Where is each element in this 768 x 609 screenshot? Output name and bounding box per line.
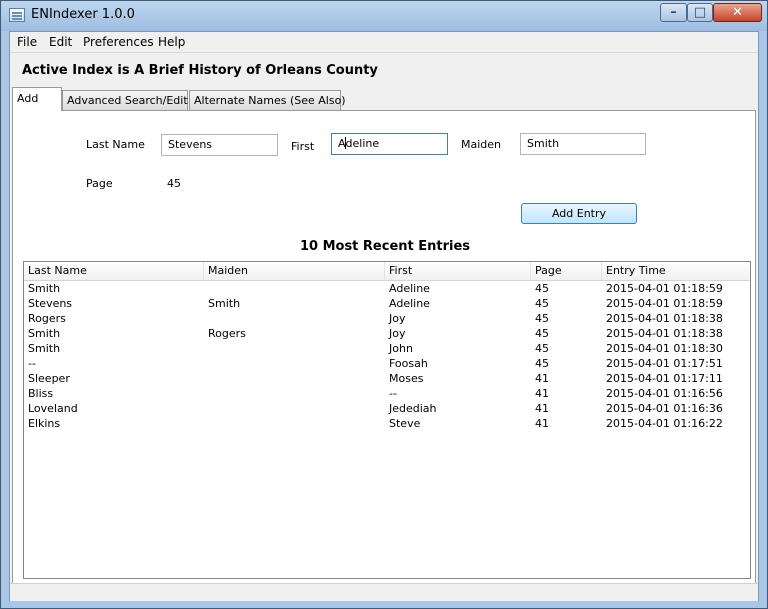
- maiden-input[interactable]: Smith: [520, 133, 646, 155]
- table-cell: 2015-04-01 01:18:59: [606, 297, 723, 310]
- table-cell: 2015-04-01 01:18:30: [606, 342, 723, 355]
- table-cell: --: [389, 387, 397, 400]
- menu-help[interactable]: Help: [158, 35, 185, 49]
- table-row[interactable]: Stevens Smith Adeline 45 2015-04-01 01:18:59: [24, 297, 750, 312]
- table-row[interactable]: Smith Adeline 45 2015-04-01 01:18:59: [24, 282, 750, 297]
- window-title: ENIndexer 1.0.0: [31, 7, 135, 22]
- table-cell: John: [389, 342, 413, 355]
- table-cell: 2015-04-01 01:17:51: [606, 357, 723, 370]
- table-row[interactable]: Elkins Steve 41 2015-04-01 01:16:22: [24, 417, 750, 432]
- table-cell: Steve: [389, 417, 421, 430]
- table-cell: Stevens: [28, 297, 73, 310]
- table-cell: 45: [535, 312, 549, 325]
- title-bar[interactable]: ENIndexer 1.0.0 – □ ✕: [1, 1, 767, 31]
- column-header-entry-time[interactable]: Entry Time: [602, 262, 750, 280]
- table-cell: Loveland: [28, 402, 78, 415]
- tab-add[interactable]: Add: [12, 87, 62, 111]
- table-cell: 2015-04-01 01:18:59: [606, 282, 723, 295]
- table-cell: 2015-04-01 01:18:38: [606, 312, 723, 325]
- menu-preferences[interactable]: Preferences: [83, 35, 154, 49]
- table-cell: Bliss: [28, 387, 54, 400]
- table-cell: Joy: [389, 312, 406, 325]
- table-row[interactable]: Loveland Jedediah 41 2015-04-01 01:16:36: [24, 402, 750, 417]
- table-row[interactable]: Rogers Joy 45 2015-04-01 01:18:38: [24, 312, 750, 327]
- table-cell: Moses: [389, 372, 424, 385]
- table-cell: --: [28, 357, 36, 370]
- tab-advanced-search-edit[interactable]: Advanced Search/Edit: [62, 90, 188, 110]
- table-cell: 45: [535, 327, 549, 340]
- table-cell: Smith: [28, 282, 61, 295]
- add-entry-button[interactable]: Add Entry: [521, 203, 637, 224]
- page-value: 45: [167, 177, 181, 190]
- table-row[interactable]: Sleeper Moses 41 2015-04-01 01:17:11: [24, 372, 750, 387]
- menu-file[interactable]: File: [17, 35, 37, 49]
- table-cell: Jedediah: [389, 402, 437, 415]
- recent-entries-title: 10 Most Recent Entries: [299, 239, 471, 254]
- table-cell: 2015-04-01 01:16:22: [606, 417, 723, 430]
- table-cell: Sleeper: [28, 372, 70, 385]
- table-row[interactable]: -- Foosah 45 2015-04-01 01:17:51: [24, 357, 750, 372]
- table-cell: 45: [535, 297, 549, 310]
- table-cell: Smith: [28, 342, 61, 355]
- table-cell: Foosah: [389, 357, 428, 370]
- first-name-value-b: deline: [345, 137, 380, 150]
- column-header-page[interactable]: Page: [531, 262, 602, 280]
- table-cell: 45: [535, 342, 549, 355]
- client-area: File Edit Preferences Help Active Index …: [9, 31, 759, 601]
- page-label: Page: [86, 177, 113, 190]
- column-header-maiden[interactable]: Maiden: [204, 262, 385, 280]
- table-cell: Rogers: [28, 312, 66, 325]
- app-window: ENIndexer 1.0.0 – □ ✕ File Edit Preferen…: [0, 0, 768, 609]
- close-button[interactable]: ✕: [713, 3, 762, 22]
- maiden-label: Maiden: [461, 138, 502, 151]
- table-cell: 2015-04-01 01:16:56: [606, 387, 723, 400]
- table-row[interactable]: Bliss -- 41 2015-04-01 01:16:56: [24, 387, 750, 402]
- table-row[interactable]: Smith John 45 2015-04-01 01:18:30: [24, 342, 750, 357]
- table-cell: Smith: [208, 297, 241, 310]
- table-header: Last Name Maiden First Page Entry Time: [24, 262, 750, 281]
- table-cell: Smith: [28, 327, 61, 340]
- status-bar: [10, 583, 758, 601]
- table-cell: 2015-04-01 01:18:38: [606, 327, 723, 340]
- table-cell: 45: [535, 282, 549, 295]
- first-name-input[interactable]: Adeline: [331, 133, 448, 155]
- table-cell: 2015-04-01 01:16:36: [606, 402, 723, 415]
- first-name-label: First: [291, 140, 315, 153]
- table-cell: Joy: [389, 327, 406, 340]
- minimize-button[interactable]: –: [660, 3, 687, 22]
- recent-entries-table[interactable]: Last Name Maiden First Page Entry Time S…: [23, 261, 751, 579]
- app-icon: [9, 8, 25, 22]
- tab-alternate-names[interactable]: Alternate Names (See Also): [189, 90, 346, 110]
- column-header-last-name[interactable]: Last Name: [24, 262, 204, 280]
- table-cell: 41: [535, 402, 549, 415]
- maximize-button[interactable]: □: [687, 3, 713, 22]
- last-name-input[interactable]: Stevens: [161, 134, 278, 156]
- table-cell: Rogers: [208, 327, 246, 340]
- last-name-label: Last Name: [86, 138, 145, 151]
- table-cell: 45: [535, 357, 549, 370]
- column-header-first[interactable]: First: [385, 262, 531, 280]
- table-row[interactable]: Smith Rogers Joy 45 2015-04-01 01:18:38: [24, 327, 750, 342]
- table-cell: 2015-04-01 01:17:11: [606, 372, 723, 385]
- active-index-heading: Active Index is A Brief History of Orlea…: [22, 63, 378, 78]
- table-cell: 41: [535, 417, 549, 430]
- table-cell: 41: [535, 387, 549, 400]
- table-cell: 41: [535, 372, 549, 385]
- table-cell: Adeline: [389, 282, 430, 295]
- table-cell: Adeline: [389, 297, 430, 310]
- add-panel: Last Name Stevens First Adeline Maiden S…: [12, 110, 756, 594]
- menu-bar: File Edit Preferences Help: [10, 32, 758, 53]
- table-cell: Elkins: [28, 417, 61, 430]
- menu-edit[interactable]: Edit: [49, 35, 72, 49]
